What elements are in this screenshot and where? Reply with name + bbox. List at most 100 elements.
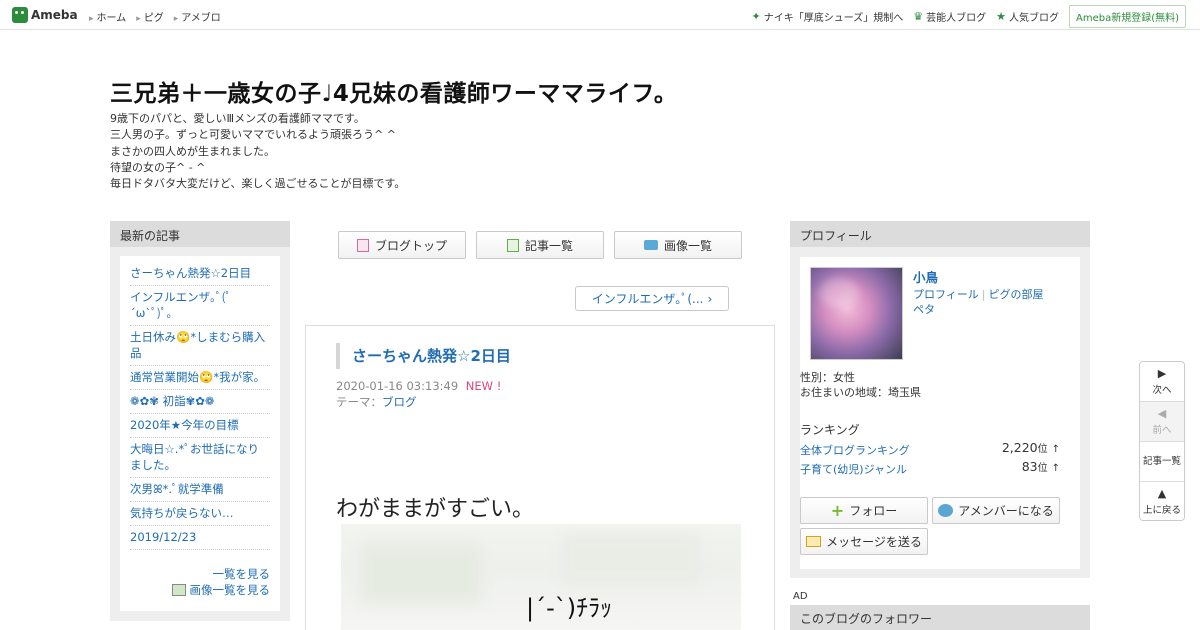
image-list-label: 画像一覧を見る <box>189 583 271 597</box>
nav-pigg-link[interactable]: ピグ <box>136 9 164 24</box>
followers-header: このブログのフォロワー <box>790 605 1090 630</box>
recent-article-link[interactable]: 通常営業開始🙄*我が家。 <box>130 366 270 390</box>
profile-avatar[interactable] <box>810 267 903 360</box>
star-icon: ★ <box>996 10 1006 23</box>
mail-icon <box>806 536 822 547</box>
play-right-icon: ▶ <box>1157 367 1167 380</box>
play-left-icon: ◀ <box>1157 407 1167 420</box>
ranking-trend: ↑ <box>1051 463 1060 474</box>
article-body-text: わがままがすごい。 <box>336 497 535 522</box>
follow-label: フォロー <box>849 504 898 518</box>
article-date: 2020-01-16 03:13:49 <box>336 379 459 393</box>
ranking-unit: 位 <box>1037 463 1048 474</box>
blog-top-button[interactable]: ブログトップ <box>338 231 466 259</box>
article-list-label: 記事一覧 <box>524 238 573 253</box>
nav-home-link[interactable]: ホーム <box>89 9 127 24</box>
nav-ameblo-link[interactable]: アメブロ <box>174 9 221 24</box>
recent-article-link[interactable]: 大晦日☆.*ﾟお世話になりました。 <box>130 438 270 478</box>
celebrity-blog-link[interactable]: ♛ 芸能人ブログ <box>913 9 986 24</box>
ranking-number: 2,220 <box>1001 440 1038 455</box>
profile-link[interactable]: プロフィール <box>913 288 979 301</box>
ameba-logo[interactable]: Ameba <box>12 7 78 23</box>
popular-blog-link[interactable]: ★ 人気ブログ <box>996 9 1059 24</box>
document-icon <box>356 238 369 252</box>
ad-label: AD <box>793 591 808 602</box>
article-title[interactable]: さーちゃん熱発☆2日目 <box>336 343 511 369</box>
global-nav: ホーム ピグ アメブロ <box>89 9 221 24</box>
image-blur-shape <box>361 544 481 604</box>
ranking-row: 全体ブログランキング 2,220位 ↑ <box>800 440 1060 458</box>
recent-article-link[interactable]: インフルエンザ｡ﾟ(ﾟ´ω`ﾟ)ﾟ｡ <box>130 286 270 326</box>
ranking-label-link[interactable]: 全体ブログランキング <box>800 444 910 457</box>
image-list-button[interactable]: 画像一覧 <box>614 231 742 259</box>
article-list-button[interactable]: 記事一覧 <box>476 231 604 259</box>
theme-label: テーマ： <box>336 395 382 409</box>
send-message-label: メッセージを送る <box>826 535 922 549</box>
ameba-logo-icon <box>12 7 28 23</box>
profile-panel: プロフィール 小鳥 プロフィール | ピグの部屋 ペタ 性別：女性 お住まいの地域：… <box>790 221 1090 578</box>
trending-news-link[interactable]: ✦ ナイキ「厚底シューズ」規制へ <box>752 9 904 24</box>
prev-button[interactable]: ◀ 前へ <box>1140 402 1184 442</box>
recent-articles-header: 最新の記事 <box>110 221 290 247</box>
popular-blog-label: 人気ブログ <box>1008 13 1059 24</box>
blog-description-line: 三人男の子。ずっと可愛いママでいれるよう頑張ろう^ ^ <box>110 128 396 142</box>
region-text: お住まいの地域：埼玉県 <box>800 386 921 399</box>
profile-body: 小鳥 プロフィール | ピグの部屋 ペタ 性別：女性 お住まいの地域：埼玉県 ランキ… <box>800 257 1080 569</box>
recent-article-link[interactable]: 気持ちが戻らない… <box>130 502 270 526</box>
back-to-top-button[interactable]: ▲ 上に戻る <box>1140 482 1184 522</box>
image-list-button-label: 画像一覧 <box>663 238 712 253</box>
article-list-float-button[interactable]: 記事一覧 <box>1140 442 1184 482</box>
recent-article-link[interactable]: 2020年★今年の目標 <box>130 414 270 438</box>
ranking-label-link[interactable]: 子育て(幼児)ジャンル <box>800 463 907 476</box>
header-right-links: ✦ ナイキ「厚底シューズ」規制へ ♛ 芸能人ブログ ★ 人気ブログ Ameba新… <box>752 5 1186 28</box>
prev-label: 前へ <box>1152 425 1172 436</box>
triangle-up-icon: ▲ <box>1157 487 1167 500</box>
register-button[interactable]: Ameba新規登録(無料) <box>1068 5 1186 28</box>
copy-documents-icon <box>506 238 519 252</box>
pigg-room-link[interactable]: ピグの部屋 <box>989 288 1044 301</box>
ranking-number: 83 <box>1021 459 1038 474</box>
blog-description: 9歳下のパパと、愛しいⅢメンズの看護師ママです。 三人男の子。ずっと可愛いママで… <box>110 111 405 192</box>
left-more-links: 一覧を見る 画像一覧を見る <box>171 566 271 598</box>
recent-article-link[interactable]: ❁✿✾ 初詣✾✿❁ <box>130 390 270 414</box>
new-badge: NEW ! <box>465 379 502 393</box>
ranking-value: 83位 ↑ <box>1022 459 1060 474</box>
sparkle-icon: ✦ <box>751 10 761 23</box>
next-article-label: インフルエンザ｡ﾟ(... <box>591 292 704 306</box>
blog-top-label: ブログトップ <box>374 238 447 253</box>
plus-icon: + <box>830 501 845 520</box>
theme-link[interactable]: ブログ <box>382 395 417 409</box>
link-separator: | <box>981 288 986 301</box>
celebrity-blog-label: 芸能人ブログ <box>926 13 987 24</box>
image-caption-text: |´-`)ﾁﾗｯ <box>526 594 613 622</box>
profile-header: プロフィール <box>790 221 1090 247</box>
next-label: 次へ <box>1152 385 1172 396</box>
peta-link[interactable]: ペタ <box>913 303 935 316</box>
profile-links: プロフィール | ピグの部屋 ペタ <box>913 287 1073 317</box>
article-card: さーちゃん熱発☆2日目 2020-01-16 03:13:49 NEW ! テー… <box>305 325 775 630</box>
profile-name[interactable]: 小鳥 <box>913 267 938 286</box>
blog-title[interactable]: 三兄弟＋一歳女の子♩4兄妹の看護師ワーママライフ。 <box>110 74 677 108</box>
recent-articles-panel: 最新の記事 さーちゃん熱発☆2日目 インフルエンザ｡ﾟ(ﾟ´ω`ﾟ)ﾟ｡ 土日休… <box>110 221 290 621</box>
next-button[interactable]: ▶ 次へ <box>1140 362 1184 402</box>
ameba-logo-text: Ameba <box>31 8 78 22</box>
image-list-link[interactable]: 画像一覧を見る <box>171 582 271 598</box>
article-meta: 2020-01-16 03:13:49 NEW ! テーマ：ブログ <box>336 378 501 410</box>
next-article-button[interactable]: インフルエンザ｡ﾟ(... › <box>575 286 729 311</box>
recent-article-link[interactable]: 次男ꕤ*.ﾟ就学準備 <box>130 478 270 502</box>
see-all-link[interactable]: 一覧を見る <box>172 566 271 582</box>
amember-button[interactable]: アメンバーになる <box>932 497 1060 524</box>
image-icon <box>171 584 186 596</box>
blog-description-line: まさかの四人めが生まれました。 <box>110 144 275 158</box>
crown-icon: ♛ <box>913 10 924 23</box>
trending-news-label: ナイキ「厚底シューズ」規制へ <box>763 13 904 24</box>
recent-article-link[interactable]: 2019/12/23 <box>130 526 270 550</box>
recent-article-link[interactable]: さーちゃん熱発☆2日目 <box>130 262 270 286</box>
gender-text: 性別：女性 <box>800 371 855 384</box>
send-message-button[interactable]: メッセージを送る <box>800 528 928 555</box>
article-image[interactable]: |´-`)ﾁﾗｯ <box>341 524 741 630</box>
follow-button[interactable]: + フォロー <box>800 497 928 524</box>
ranking-row: 子育て(幼児)ジャンル 83位 ↑ <box>800 459 1060 477</box>
blog-description-line: 9歳下のパパと、愛しいⅢメンズの看護師ママです。 <box>110 112 365 125</box>
recent-article-link[interactable]: 土日休み🙄*しまむら購入品 <box>130 326 270 366</box>
